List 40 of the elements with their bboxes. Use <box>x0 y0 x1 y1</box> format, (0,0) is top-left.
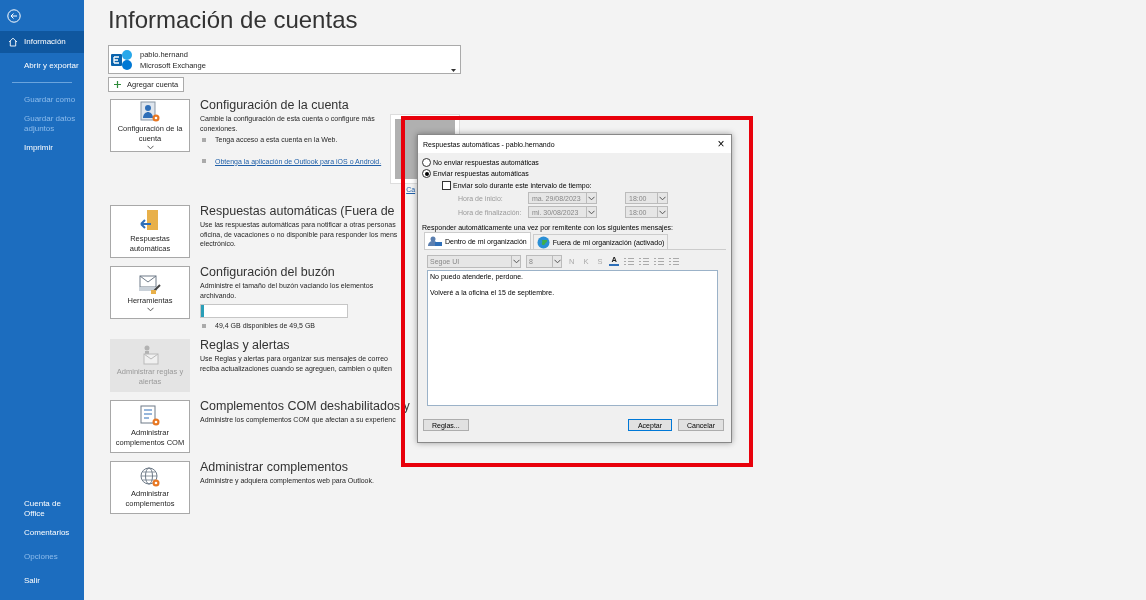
exchange-logo-icon <box>111 49 133 70</box>
outdent-icon[interactable] <box>653 256 664 266</box>
caret-icon <box>146 145 154 150</box>
section-heading: Configuración del buzón <box>200 265 335 279</box>
home-icon <box>8 37 18 47</box>
section-heading: Respuestas automáticas (Fuera de <box>200 204 395 218</box>
section-heading: Reglas y alertas <box>200 338 290 352</box>
close-button[interactable]: × <box>711 138 731 150</box>
sidebar-item[interactable]: Comentarios <box>0 523 84 543</box>
mailbox-tools-icon <box>138 273 162 295</box>
chevron-icon <box>588 209 595 215</box>
checkbox[interactable] <box>442 180 451 190</box>
chevron-icon <box>588 195 595 201</box>
section-heading: Administrar complementos <box>200 460 348 474</box>
back-icon[interactable] <box>7 8 21 23</box>
plus-icon <box>114 81 121 88</box>
radio-button[interactable] <box>422 169 431 178</box>
chevron-icon <box>659 209 666 215</box>
bullet-list-icon[interactable] <box>623 256 634 266</box>
sidebar-item[interactable]: Abrir y exportar <box>0 55 84 77</box>
indent-icon[interactable] <box>668 256 679 266</box>
globe-gear-icon <box>139 466 161 488</box>
chevron-icon <box>659 195 666 201</box>
caret-icon <box>146 307 154 312</box>
door-arrow-icon <box>139 209 161 233</box>
sidebar-item[interactable]: Información <box>0 31 84 53</box>
page-title: Información de cuentas <box>108 6 359 34</box>
chevron-icon <box>512 258 520 264</box>
section-heading: Configuración de la cuenta <box>200 98 349 112</box>
sidebar-item[interactable]: Salir <box>0 571 84 591</box>
radio-button[interactable] <box>422 158 431 167</box>
sidebar-item[interactable]: Cuenta de Office <box>0 499 84 519</box>
account-gear-icon <box>139 101 161 123</box>
chevron-icon <box>553 258 561 264</box>
dropdown-arrow-icon <box>451 69 456 72</box>
globe-icon <box>536 235 550 249</box>
sidebar-item[interactable]: Imprimir <box>0 137 84 159</box>
people-icon <box>428 235 442 247</box>
list-gear-icon <box>139 405 161 427</box>
numbered-list-icon[interactable] <box>638 256 649 266</box>
